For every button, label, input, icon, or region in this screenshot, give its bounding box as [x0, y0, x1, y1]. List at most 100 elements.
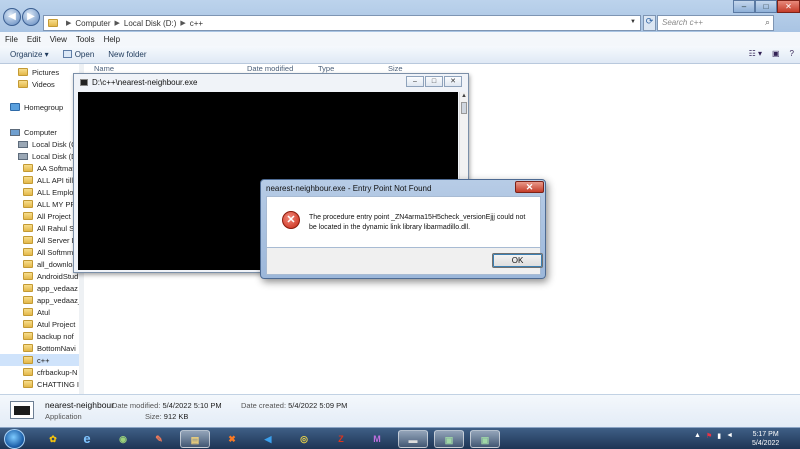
start-button[interactable] [4, 429, 25, 449]
nav-folder[interactable]: cfrbackup-N [23, 366, 77, 378]
nav-item-videos[interactable]: Videos [18, 78, 55, 90]
nav-item-local-disk-d[interactable]: Local Disk (D:) [18, 150, 81, 162]
system-tray: ▲ ⚑ ▮ ◄ [694, 432, 733, 440]
folder-icon [23, 320, 33, 328]
dialog-close-button[interactable]: ✕ [515, 181, 544, 193]
filezilla-icon[interactable]: Z [326, 430, 356, 448]
breadcrumb-local-disk-d[interactable]: Local Disk (D:) [124, 19, 176, 28]
open-icon [62, 50, 72, 58]
console-title: D:\c++\nearest-neighbour.exe [80, 78, 197, 87]
xampp-icon[interactable]: ✖ [217, 430, 247, 448]
chevron-down-icon[interactable]: ▼ [630, 19, 636, 25]
console-maximize-button[interactable]: □ [425, 76, 443, 87]
nav-folder[interactable]: all_downloa [23, 258, 77, 270]
explorer-titlebar: ◀ ▶ ▶ Computer ▶ Local Disk (D:) ▶ c++ ▼… [0, 0, 800, 32]
pictures-icon [18, 68, 28, 76]
nav-folder[interactable]: Atul Project [23, 318, 75, 330]
folder-icon [48, 19, 58, 27]
folder-icon [23, 284, 33, 292]
console-icon [80, 79, 88, 86]
command-bar: Organize ▾ Open New folder ☷ ▾ ▣ ? [0, 46, 800, 64]
explorer-icon[interactable]: ▤ [180, 430, 210, 448]
console-close-button[interactable]: ✕ [444, 76, 462, 87]
nav-folder[interactable]: All Softmma [23, 246, 77, 258]
network-icon[interactable]: ▮ [717, 432, 721, 440]
folder-icon [23, 176, 33, 184]
nav-folder[interactable]: backup nof [23, 330, 74, 342]
nav-folder[interactable]: AndroidStud [23, 270, 78, 282]
open-button[interactable]: Open [62, 50, 94, 59]
nav-folder[interactable]: app_vedaaz [23, 282, 78, 294]
forward-icon[interactable]: ▶ [22, 8, 40, 26]
ie-icon[interactable]: e [72, 430, 102, 448]
view-options-icon[interactable]: ☷ ▾ [749, 49, 762, 58]
nav-item-computer[interactable]: Computer [10, 126, 57, 138]
breadcrumb-computer[interactable]: Computer [75, 19, 110, 28]
nav-folder-selected[interactable]: c++ [0, 354, 80, 366]
console-minimize-button[interactable]: – [406, 76, 424, 87]
error-dialog: nearest-neighbour.exe - Entry Point Not … [260, 179, 546, 279]
menu-edit[interactable]: Edit [27, 35, 41, 44]
chrome-canary-icon[interactable]: ◎ [289, 430, 319, 448]
chrome-icon[interactable]: ✿ [38, 430, 68, 448]
folder-icon [23, 356, 33, 364]
nav-item-homegroup[interactable]: Homegroup [10, 101, 63, 113]
new-folder-button[interactable]: New folder [108, 50, 146, 59]
flag-icon[interactable]: ⚑ [706, 432, 712, 440]
organize-button[interactable]: Organize ▾ [10, 50, 49, 59]
dialog-body: ✕ The procedure entry point _ZN4arma15H5… [266, 196, 541, 248]
menu-file[interactable]: File [5, 35, 18, 44]
breadcrumb-cpp[interactable]: c++ [190, 19, 203, 28]
refresh-icon[interactable]: ⟳ [643, 15, 656, 31]
dialog-message: The procedure entry point _ZN4arma15H5ch… [309, 214, 526, 231]
nav-item-pictures[interactable]: Pictures [18, 66, 59, 78]
nav-folder[interactable]: All Rahul Sir [23, 222, 78, 234]
maximize-button[interactable]: □ [755, 0, 777, 13]
nav-folder[interactable]: ALL Employ [23, 186, 77, 198]
nav-folder[interactable]: AA Softmate [23, 162, 79, 174]
vscode-icon[interactable]: ◀ [253, 430, 283, 448]
folder-icon [23, 188, 33, 196]
cmd-icon[interactable]: ▬ [398, 430, 428, 448]
nav-folder[interactable]: Atul [23, 306, 50, 318]
ok-button[interactable]: OK [492, 253, 543, 268]
folder-icon [23, 236, 33, 244]
navigation-pane: Pictures Videos Homegroup Computer Local… [0, 64, 84, 394]
nav-folder[interactable]: BottomNavi [23, 342, 76, 354]
nav-item-local-disk-c[interactable]: Local Disk (C:) [18, 138, 81, 150]
address-bar[interactable]: ▶ Computer ▶ Local Disk (D:) ▶ c++ ▼ [43, 15, 641, 31]
drive-icon [18, 152, 28, 160]
folder-icon [23, 380, 33, 388]
menu-help[interactable]: Help [104, 35, 120, 44]
window-icon[interactable]: ▣ [470, 430, 500, 448]
scroll-thumb[interactable] [461, 102, 467, 114]
search-input[interactable]: Search c++ ⌕ [657, 15, 774, 31]
show-hidden-icons-icon[interactable]: ▲ [694, 432, 701, 440]
volume-icon[interactable]: ◄ [726, 432, 733, 440]
folder-icon [23, 248, 33, 256]
nav-folder[interactable]: All Project [23, 210, 71, 222]
android-studio-icon[interactable]: ◉ [108, 430, 138, 448]
visual-studio-icon[interactable]: M [362, 430, 392, 448]
minimize-button[interactable]: – [733, 0, 755, 13]
clock[interactable]: 5:17 PM 5/4/2022 [752, 430, 779, 448]
computer-icon [10, 128, 20, 136]
nav-folder[interactable]: CHATTING I [23, 378, 79, 390]
close-button[interactable]: ✕ [777, 0, 800, 13]
videos-icon [18, 80, 28, 88]
back-icon[interactable]: ◀ [3, 8, 21, 26]
paint-icon[interactable]: ✎ [144, 430, 174, 448]
application-icon [10, 401, 34, 419]
nav-folder[interactable]: app_vedaaz_ [23, 294, 82, 306]
folder-icon [23, 224, 33, 232]
help-icon[interactable]: ? [790, 49, 794, 58]
preview-pane-icon[interactable]: ▣ [772, 49, 780, 58]
nav-folder[interactable]: ALL API till 2 [23, 174, 79, 186]
menu-tools[interactable]: Tools [76, 35, 95, 44]
menu-bar: File Edit View Tools Help [0, 32, 800, 46]
menu-view[interactable]: View [50, 35, 67, 44]
details-size: Size: 912 KB [145, 412, 189, 421]
scroll-up-icon[interactable]: ▲ [461, 93, 467, 99]
window-icon[interactable]: ▣ [434, 430, 464, 448]
search-icon: ⌕ [764, 17, 770, 27]
